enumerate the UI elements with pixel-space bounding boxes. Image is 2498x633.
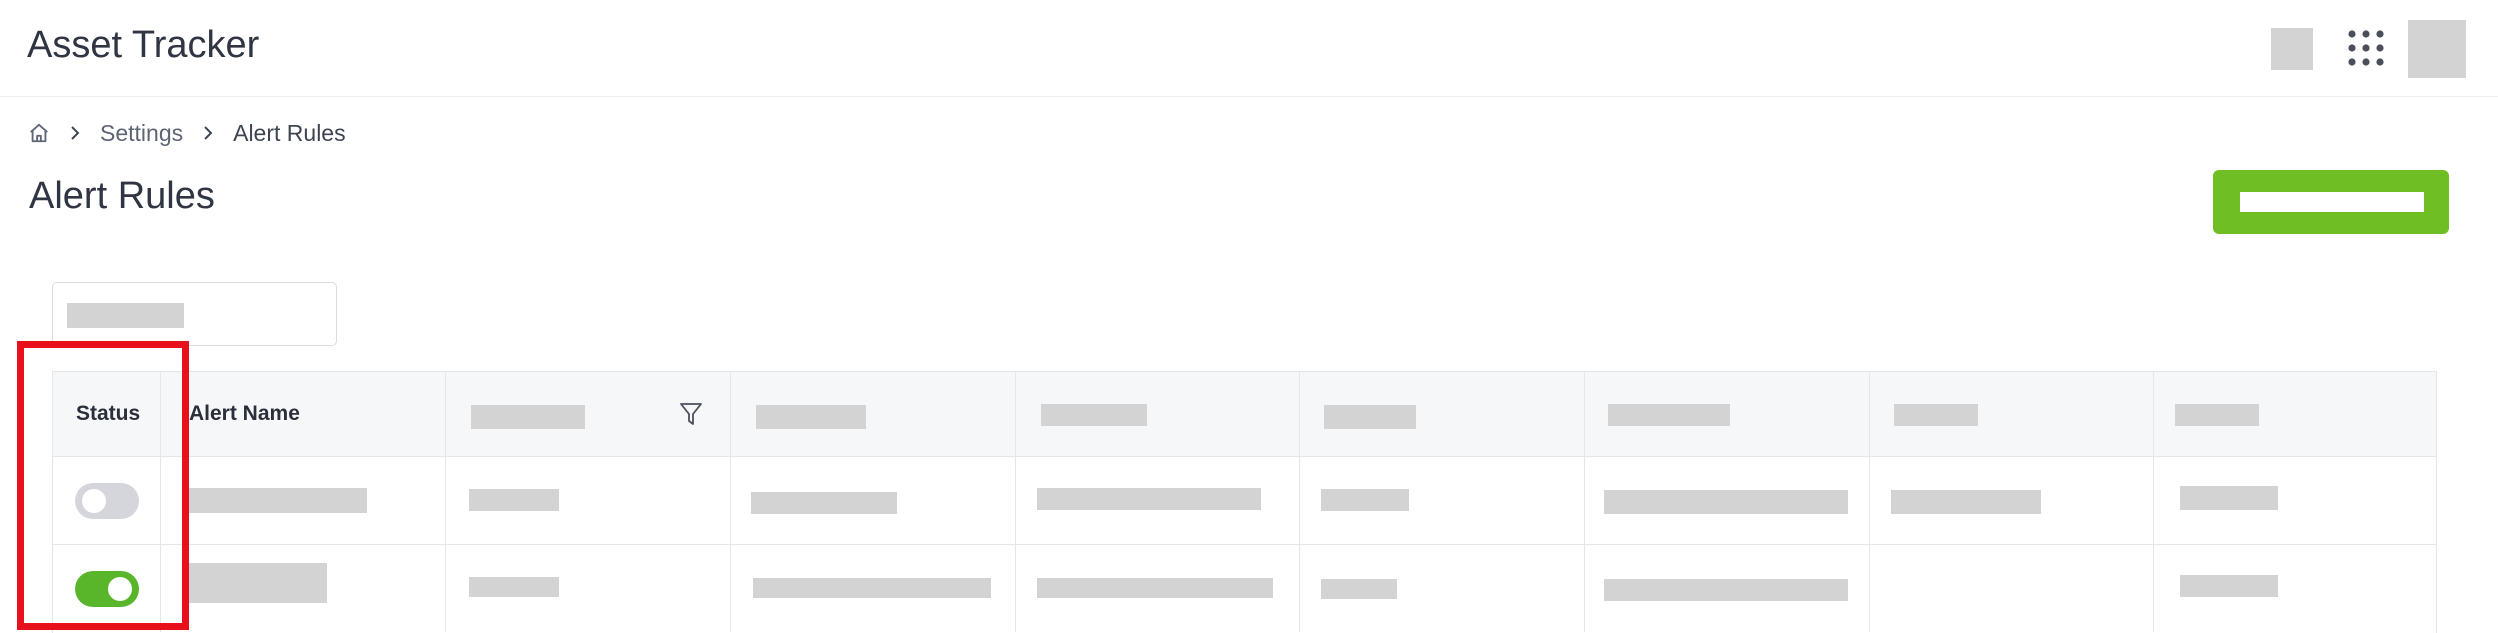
cell-placeholder xyxy=(469,489,559,511)
column-header-placeholder[interactable] xyxy=(1324,405,1416,429)
apps-grid-icon[interactable] xyxy=(2346,28,2386,68)
cell-placeholder xyxy=(751,492,897,514)
breadcrumb: Settings Alert Rules xyxy=(28,116,346,150)
column-divider xyxy=(730,371,731,632)
alert-name-placeholder[interactable] xyxy=(187,563,327,603)
column-divider xyxy=(1869,371,1870,632)
chevron-right-icon xyxy=(204,126,213,140)
top-header: Asset Tracker xyxy=(0,0,2498,97)
cell-placeholder xyxy=(1037,488,1261,510)
column-divider xyxy=(445,371,446,632)
breadcrumb-current: Alert Rules xyxy=(233,119,346,146)
alert-rules-table: Status Alert Name xyxy=(52,371,2437,633)
column-header-alert-name[interactable]: Alert Name xyxy=(189,402,300,426)
cell-placeholder xyxy=(753,578,991,598)
column-divider xyxy=(2153,371,2154,632)
chevron-right-icon xyxy=(71,126,80,140)
cell-placeholder xyxy=(1891,490,2041,514)
table-row[interactable] xyxy=(52,457,2437,545)
search-input[interactable] xyxy=(52,282,337,346)
column-header-placeholder[interactable] xyxy=(471,405,585,429)
page-title: Alert Rules xyxy=(29,175,215,217)
column-header-placeholder[interactable] xyxy=(1608,404,1730,426)
cell-placeholder xyxy=(1604,490,1848,514)
column-header-placeholder[interactable] xyxy=(2175,404,2259,426)
primary-action-button[interactable] xyxy=(2213,170,2449,234)
table-header: Status Alert Name xyxy=(52,371,2437,457)
cell-placeholder xyxy=(1321,579,1397,599)
cell-placeholder xyxy=(1037,578,1273,598)
table-row[interactable] xyxy=(52,545,2437,633)
button-label-placeholder xyxy=(2240,192,2424,212)
cell-placeholder xyxy=(1321,489,1409,511)
column-divider xyxy=(1015,371,1016,632)
column-header-placeholder[interactable] xyxy=(756,405,866,429)
header-action-placeholder[interactable] xyxy=(2271,28,2313,70)
home-icon[interactable] xyxy=(28,122,50,144)
app-title: Asset Tracker xyxy=(27,24,260,66)
cell-placeholder xyxy=(2180,486,2278,510)
column-divider xyxy=(1299,371,1300,632)
cell-placeholder xyxy=(2180,575,2278,597)
annotation-highlight-box xyxy=(17,341,189,630)
breadcrumb-settings-link[interactable]: Settings xyxy=(100,120,183,147)
alert-name-placeholder[interactable] xyxy=(187,488,367,513)
column-header-placeholder[interactable] xyxy=(1894,404,1978,426)
column-divider xyxy=(1584,371,1585,632)
cell-placeholder xyxy=(1604,579,1848,601)
search-placeholder xyxy=(67,303,184,328)
column-header-placeholder[interactable] xyxy=(1041,404,1147,426)
filter-icon[interactable] xyxy=(679,401,703,427)
user-avatar[interactable] xyxy=(2408,20,2466,78)
cell-placeholder xyxy=(469,577,559,597)
